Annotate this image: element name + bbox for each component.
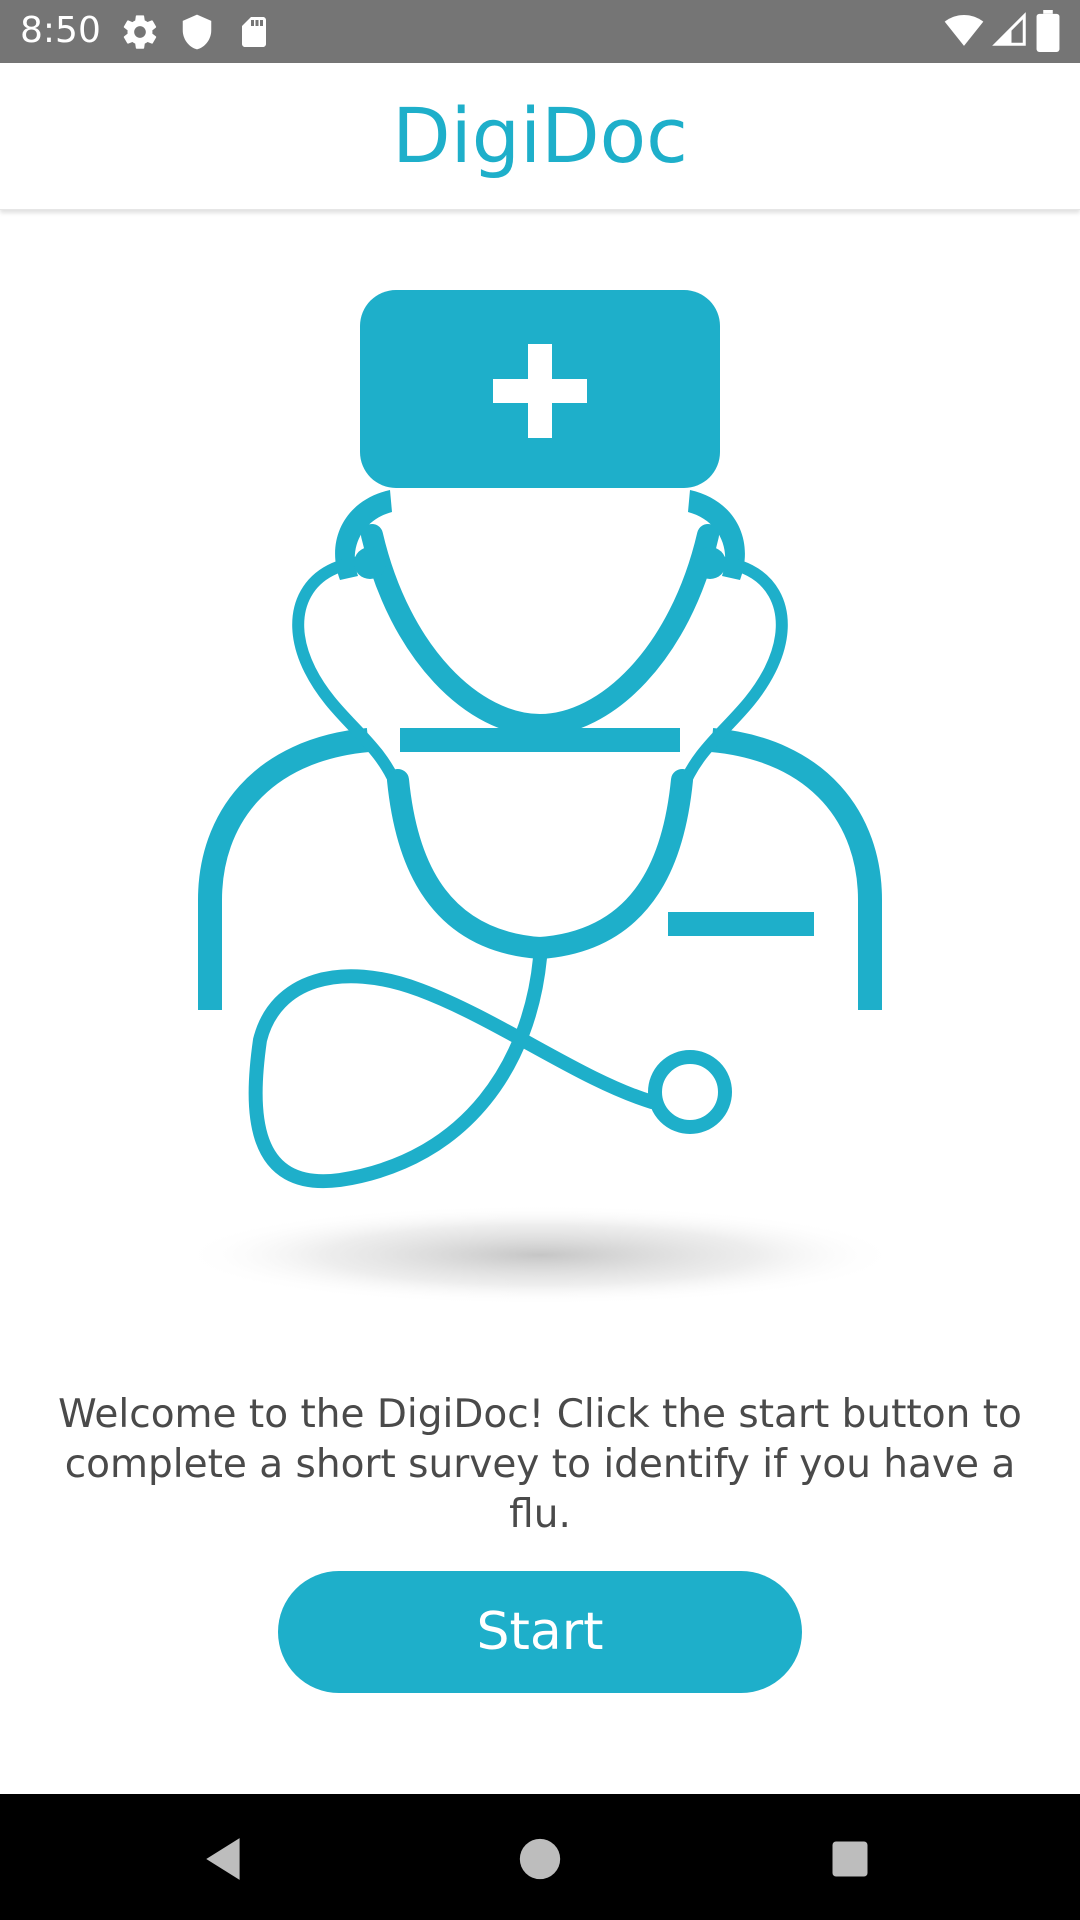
status-time: 8:50	[20, 10, 101, 51]
shield-icon	[182, 14, 212, 50]
stethoscope-left-earpiece	[354, 547, 386, 579]
cell-signal-icon	[992, 12, 1026, 46]
stethoscope-loop	[248, 951, 659, 1189]
status-bar: 8:50	[0, 0, 1080, 63]
app-bar: DigiDoc	[0, 63, 1080, 210]
coat-pocket	[668, 912, 814, 936]
back-icon	[206, 1838, 240, 1880]
back-button[interactable]	[185, 1819, 265, 1899]
right-shoulder	[710, 728, 882, 1010]
start-button[interactable]: Start	[278, 1571, 802, 1693]
ground-shadow	[180, 1205, 900, 1305]
nav-bar	[0, 1794, 1080, 1920]
settings-icon	[123, 15, 157, 49]
doctor-collar	[400, 728, 680, 752]
stethoscope-chestpiece	[648, 1050, 732, 1134]
wifi-icon	[944, 15, 984, 46]
doctor-illustration	[180, 290, 900, 1305]
home-icon	[519, 1838, 561, 1880]
recents-icon	[832, 1841, 868, 1877]
stethoscope-right-earpiece	[694, 547, 726, 579]
stethoscope-tube-u	[387, 769, 693, 960]
home-button[interactable]	[500, 1819, 580, 1899]
app-title: DigiDoc	[392, 91, 688, 180]
sd-card-icon	[242, 17, 266, 47]
doctor-face	[361, 524, 719, 737]
recents-button[interactable]	[810, 1819, 890, 1899]
battery-icon	[1036, 10, 1060, 52]
welcome-text: Welcome to the DigiDoc! Click the start …	[58, 1392, 1022, 1537]
